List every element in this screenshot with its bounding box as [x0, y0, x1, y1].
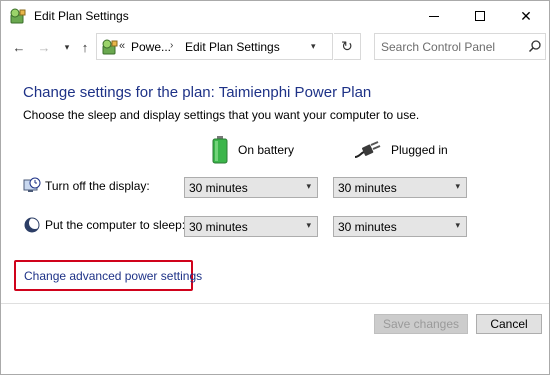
back-button[interactable]: ←	[10, 39, 28, 55]
column-plugged-in: Plugged in	[353, 135, 448, 165]
search-placeholder: Search Control Panel	[381, 40, 496, 54]
minimize-icon	[429, 15, 439, 17]
display-timer-icon	[23, 177, 41, 192]
arrow-left-icon: ←	[12, 39, 26, 55]
display-plugged-in-select[interactable]: 30 minutes ▾	[333, 177, 467, 198]
sleep-plugged-in-select[interactable]: 30 minutes ▾	[333, 216, 467, 237]
chevron-down-icon: ▾	[455, 220, 460, 230]
power-plan-icon	[10, 8, 26, 24]
sleep-moon-icon	[24, 217, 41, 233]
select-value: 30 minutes	[189, 219, 248, 234]
forward-button[interactable]: →	[35, 39, 53, 55]
select-value: 30 minutes	[338, 180, 397, 195]
power-plug-icon	[354, 141, 381, 158]
navigation-bar: ← → ▾ ↑ « Powe... › Edit Plan Settings ▾…	[1, 31, 549, 63]
arrow-up-icon: ↑	[81, 39, 89, 55]
breadcrumb-overflow[interactable]: «	[119, 40, 125, 52]
row-label-display: Turn off the display:	[45, 179, 150, 193]
chevron-down-icon: ▾	[306, 181, 311, 191]
breadcrumb-separator[interactable]: ›	[170, 40, 173, 51]
save-changes-button[interactable]: Save changes	[374, 314, 468, 334]
breadcrumb-power-options[interactable]: Powe...	[131, 40, 171, 54]
address-bar[interactable]: « Powe... › Edit Plan Settings ▾	[96, 33, 333, 60]
display-on-battery-select[interactable]: 30 minutes ▾	[184, 177, 318, 198]
chevron-down-icon: ▾	[306, 220, 311, 230]
page-description: Choose the sleep and display settings th…	[23, 108, 420, 122]
address-dropdown-icon[interactable]: ▾	[311, 41, 316, 52]
page-title: Change settings for the plan: Taimienphi…	[23, 84, 372, 101]
search-input[interactable]: Search Control Panel	[374, 33, 546, 60]
close-icon: ✕	[520, 7, 532, 24]
up-button[interactable]: ↑	[76, 39, 94, 55]
row-turn-off-display: Turn off the display:	[23, 176, 150, 196]
refresh-icon: ↻	[341, 38, 353, 54]
select-value: 30 minutes	[189, 180, 248, 195]
column-label-battery: On battery	[238, 143, 295, 157]
change-advanced-power-settings-link[interactable]: Change advanced power settings	[24, 269, 202, 283]
search-icon	[528, 40, 541, 53]
chevron-down-icon: ▾	[455, 181, 460, 191]
row-label-sleep: Put the computer to sleep:	[45, 218, 186, 232]
select-value: 30 minutes	[338, 219, 397, 234]
edit-plan-settings-window: Edit Plan Settings ✕ ← → ▾ ↑ « Powe... ›…	[0, 0, 550, 375]
column-label-plugged: Plugged in	[391, 143, 448, 157]
refresh-button[interactable]: ↻	[334, 33, 361, 60]
title-bar: Edit Plan Settings ✕	[1, 1, 549, 31]
column-on-battery: On battery	[212, 135, 294, 165]
breadcrumb-edit-plan-settings[interactable]: Edit Plan Settings	[185, 40, 280, 54]
cancel-button[interactable]: Cancel	[476, 314, 542, 334]
footer-divider	[1, 303, 549, 304]
row-put-computer-to-sleep: Put the computer to sleep:	[23, 215, 185, 235]
arrow-right-icon: →	[37, 39, 51, 55]
maximize-icon	[475, 11, 485, 21]
recent-locations-button[interactable]: ▾	[58, 39, 76, 55]
close-button[interactable]: ✕	[503, 1, 549, 31]
window-title: Edit Plan Settings	[34, 9, 129, 23]
power-plan-icon	[102, 39, 118, 55]
maximize-button[interactable]	[457, 1, 503, 31]
battery-icon	[212, 136, 228, 164]
chevron-down-icon: ▾	[64, 41, 70, 52]
minimize-button[interactable]	[411, 1, 457, 31]
sleep-on-battery-select[interactable]: 30 minutes ▾	[184, 216, 318, 237]
